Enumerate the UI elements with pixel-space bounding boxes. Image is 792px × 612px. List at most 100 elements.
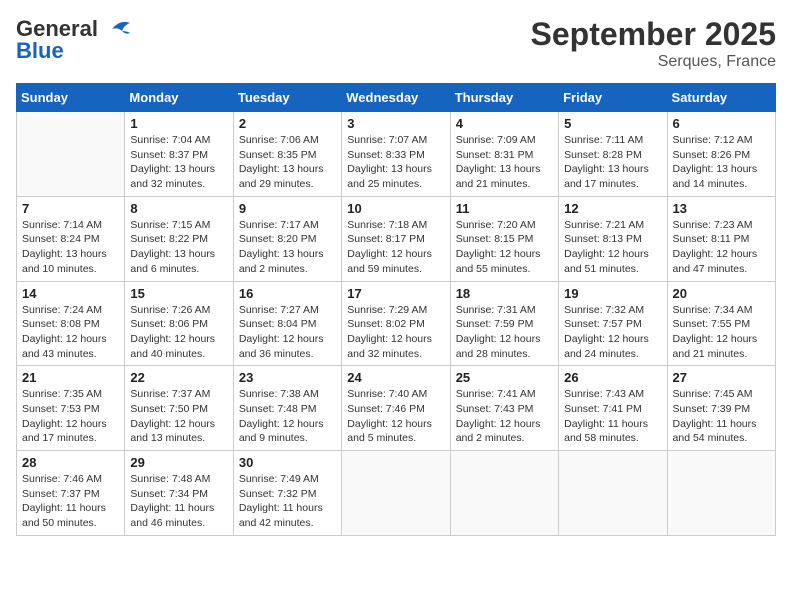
day-info: Sunrise: 7:21 AMSunset: 8:13 PMDaylight:…: [564, 218, 661, 277]
day-number: 29: [130, 455, 227, 470]
day-number: 16: [239, 286, 336, 301]
day-number: 26: [564, 370, 661, 385]
calendar-day: 8 Sunrise: 7:15 AMSunset: 8:22 PMDaylight…: [125, 196, 233, 281]
calendar-day: 6 Sunrise: 7:12 AMSunset: 8:26 PMDaylight…: [667, 112, 775, 197]
day-info: Sunrise: 7:41 AMSunset: 7:43 PMDaylight:…: [456, 387, 553, 446]
day-info: Sunrise: 7:45 AMSunset: 7:39 PMDaylight:…: [673, 387, 770, 446]
calendar-day: 18Sunrise: 7:31 AMSunset: 7:59 PMDayligh…: [450, 281, 558, 366]
day-number: 27: [673, 370, 770, 385]
day-number: 10: [347, 201, 444, 216]
day-number: 11: [456, 201, 553, 216]
day-info: Sunrise: 7:27 AMSunset: 8:04 PMDaylight:…: [239, 303, 336, 362]
day-info: Sunrise: 7:38 AMSunset: 7:48 PMDaylight:…: [239, 387, 336, 446]
header-wednesday: Wednesday: [342, 84, 450, 112]
calendar-day: 16 Sunrise: 7:27 AMSunset: 8:04 PMDayligh…: [233, 281, 341, 366]
day-info: Sunrise: 7:06 AMSunset: 8:35 PMDaylight:…: [239, 133, 336, 192]
day-info: Sunrise: 7:31 AMSunset: 7:59 PMDaylight:…: [456, 303, 553, 362]
day-info: Sunrise: 7:49 AMSunset: 7:32 PMDaylight:…: [239, 472, 336, 531]
calendar-day: 23 Sunrise: 7:38 AMSunset: 7:48 PMDayligh…: [233, 366, 341, 451]
calendar-day: 27 Sunrise: 7:45 AMSunset: 7:39 PMDayligh…: [667, 366, 775, 451]
day-info: Sunrise: 7:23 AMSunset: 8:11 PMDaylight:…: [673, 218, 770, 277]
calendar-week-5: 28 Sunrise: 7:46 AMSunset: 7:37 PMDayligh…: [17, 451, 776, 536]
day-info: Sunrise: 7:26 AMSunset: 8:06 PMDaylight:…: [130, 303, 227, 362]
calendar-day: 15 Sunrise: 7:26 AMSunset: 8:06 PMDayligh…: [125, 281, 233, 366]
calendar-day: 5 Sunrise: 7:11 AMSunset: 8:28 PMDaylight…: [559, 112, 667, 197]
day-number: 15: [130, 286, 227, 301]
day-number: 23: [239, 370, 336, 385]
header-monday: Monday: [125, 84, 233, 112]
day-number: 17: [347, 286, 444, 301]
day-number: 8: [130, 201, 227, 216]
day-number: 24: [347, 370, 444, 385]
calendar-day: 25 Sunrise: 7:41 AMSunset: 7:43 PMDayligh…: [450, 366, 558, 451]
calendar-day: 17 Sunrise: 7:29 AMSunset: 8:02 PMDayligh…: [342, 281, 450, 366]
day-info: Sunrise: 7:12 AMSunset: 8:26 PMDaylight:…: [673, 133, 770, 192]
calendar-day: 12Sunrise: 7:21 AMSunset: 8:13 PMDayligh…: [559, 196, 667, 281]
calendar-day: 7 Sunrise: 7:14 AMSunset: 8:24 PMDaylight…: [17, 196, 125, 281]
day-info: Sunrise: 7:29 AMSunset: 8:02 PMDaylight:…: [347, 303, 444, 362]
day-info: Sunrise: 7:40 AMSunset: 7:46 PMDaylight:…: [347, 387, 444, 446]
day-info: Sunrise: 7:24 AMSunset: 8:08 PMDaylight:…: [22, 303, 119, 362]
day-number: 14: [22, 286, 119, 301]
day-info: Sunrise: 7:17 AMSunset: 8:20 PMDaylight:…: [239, 218, 336, 277]
day-number: 25: [456, 370, 553, 385]
day-number: 7: [22, 201, 119, 216]
day-info: Sunrise: 7:04 AMSunset: 8:37 PMDaylight:…: [130, 133, 227, 192]
day-number: 2: [239, 116, 336, 131]
calendar-week-3: 14 Sunrise: 7:24 AMSunset: 8:08 PMDayligh…: [17, 281, 776, 366]
day-info: Sunrise: 7:43 AMSunset: 7:41 PMDaylight:…: [564, 387, 661, 446]
calendar-day: 9 Sunrise: 7:17 AMSunset: 8:20 PMDaylight…: [233, 196, 341, 281]
calendar-day: [342, 451, 450, 536]
day-info: Sunrise: 7:07 AMSunset: 8:33 PMDaylight:…: [347, 133, 444, 192]
day-number: 1: [130, 116, 227, 131]
day-number: 19: [564, 286, 661, 301]
header-thursday: Thursday: [450, 84, 558, 112]
title-block: September 2025 Serques, France: [531, 16, 776, 71]
day-number: 20: [673, 286, 770, 301]
calendar-day: [559, 451, 667, 536]
day-info: Sunrise: 7:15 AMSunset: 8:22 PMDaylight:…: [130, 218, 227, 277]
day-info: Sunrise: 7:46 AMSunset: 7:37 PMDaylight:…: [22, 472, 119, 531]
day-info: Sunrise: 7:11 AMSunset: 8:28 PMDaylight:…: [564, 133, 661, 192]
day-number: 5: [564, 116, 661, 131]
day-number: 9: [239, 201, 336, 216]
day-info: Sunrise: 7:48 AMSunset: 7:34 PMDaylight:…: [130, 472, 227, 531]
calendar-day: 21 Sunrise: 7:35 AMSunset: 7:53 PMDayligh…: [17, 366, 125, 451]
page-header: General Blue September 2025 Serques, Fra…: [16, 16, 776, 71]
day-number: 3: [347, 116, 444, 131]
calendar-day: [450, 451, 558, 536]
calendar-day: [17, 112, 125, 197]
logo-bird-icon: [102, 17, 132, 41]
day-number: 28: [22, 455, 119, 470]
day-number: 6: [673, 116, 770, 131]
calendar-day: 26 Sunrise: 7:43 AMSunset: 7:41 PMDayligh…: [559, 366, 667, 451]
calendar-day: 30Sunrise: 7:49 AMSunset: 7:32 PMDayligh…: [233, 451, 341, 536]
calendar-day: 10Sunrise: 7:18 AMSunset: 8:17 PMDayligh…: [342, 196, 450, 281]
day-info: Sunrise: 7:14 AMSunset: 8:24 PMDaylight:…: [22, 218, 119, 277]
header-saturday: Saturday: [667, 84, 775, 112]
calendar-day: 13Sunrise: 7:23 AMSunset: 8:11 PMDayligh…: [667, 196, 775, 281]
day-info: Sunrise: 7:32 AMSunset: 7:57 PMDaylight:…: [564, 303, 661, 362]
day-info: Sunrise: 7:37 AMSunset: 7:50 PMDaylight:…: [130, 387, 227, 446]
logo: General Blue: [16, 16, 132, 64]
calendar-day: 22 Sunrise: 7:37 AMSunset: 7:50 PMDayligh…: [125, 366, 233, 451]
logo-text-blue: Blue: [16, 38, 64, 64]
calendar-day: 29 Sunrise: 7:48 AMSunset: 7:34 PMDayligh…: [125, 451, 233, 536]
day-info: Sunrise: 7:09 AMSunset: 8:31 PMDaylight:…: [456, 133, 553, 192]
calendar-day: 24 Sunrise: 7:40 AMSunset: 7:46 PMDayligh…: [342, 366, 450, 451]
day-number: 4: [456, 116, 553, 131]
page-subtitle: Serques, France: [531, 53, 776, 71]
calendar-week-4: 21 Sunrise: 7:35 AMSunset: 7:53 PMDayligh…: [17, 366, 776, 451]
calendar-day: 2 Sunrise: 7:06 AMSunset: 8:35 PMDaylight…: [233, 112, 341, 197]
header-tuesday: Tuesday: [233, 84, 341, 112]
calendar-day: 20 Sunrise: 7:34 AMSunset: 7:55 PMDayligh…: [667, 281, 775, 366]
day-info: Sunrise: 7:35 AMSunset: 7:53 PMDaylight:…: [22, 387, 119, 446]
calendar-day: [667, 451, 775, 536]
day-number: 21: [22, 370, 119, 385]
day-number: 22: [130, 370, 227, 385]
header-friday: Friday: [559, 84, 667, 112]
day-info: Sunrise: 7:34 AMSunset: 7:55 PMDaylight:…: [673, 303, 770, 362]
calendar-day: 3 Sunrise: 7:07 AMSunset: 8:33 PMDaylight…: [342, 112, 450, 197]
calendar-day: 28 Sunrise: 7:46 AMSunset: 7:37 PMDayligh…: [17, 451, 125, 536]
calendar-week-2: 7 Sunrise: 7:14 AMSunset: 8:24 PMDaylight…: [17, 196, 776, 281]
